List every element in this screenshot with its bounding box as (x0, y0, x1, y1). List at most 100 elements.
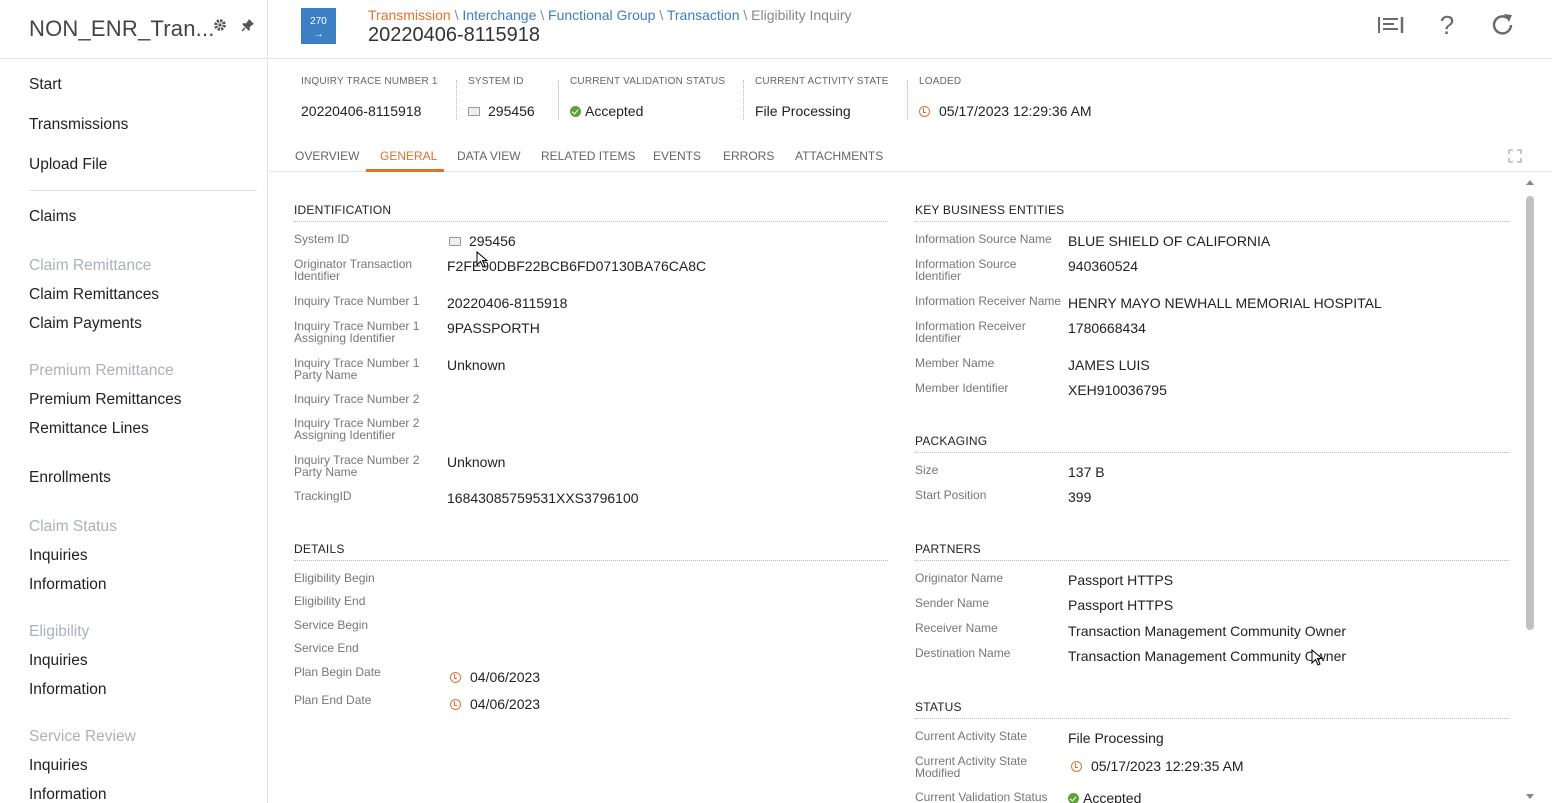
sidebar: NON_ENR_Tran... Start Transmissions Uplo… (0, 0, 268, 803)
breadcrumb-separator: \ (655, 7, 667, 23)
field-label: Inquiry Trace Number 1 (294, 294, 420, 308)
field-value: Passport HTTPS (1068, 572, 1174, 588)
breadcrumb-interchange[interactable]: Interchange (462, 7, 536, 23)
pin-icon[interactable] (239, 17, 257, 35)
field-label: Member Name (915, 356, 995, 370)
field-value: 04/06/2023 (470, 696, 541, 712)
field-label: System ID (294, 232, 350, 246)
clock-icon (919, 105, 930, 117)
sidebar-item-start[interactable]: Start (29, 76, 62, 94)
field-label: Inquiry Trace Number 2 Party Name (294, 453, 420, 479)
field-label: Receiver Name (915, 621, 998, 635)
field-value: Unknown (447, 454, 506, 470)
field-value: 9PASSPORTH (447, 320, 540, 336)
field-label: Plan End Date (294, 693, 372, 707)
field-label: Inquiry Trace Number 2 (294, 392, 420, 406)
scroll-thumb[interactable] (1526, 196, 1534, 630)
sidebar-item-claims[interactable]: Claims (29, 208, 76, 226)
tab-events[interactable]: EVENTS (653, 149, 701, 163)
field-value: 137 B (1068, 464, 1105, 480)
section-divider (915, 452, 1509, 453)
field-value: Transaction Management Community Owner (1068, 623, 1347, 639)
tab-errors[interactable]: ERRORS (723, 149, 774, 163)
mouse-cursor-icon (476, 251, 488, 268)
field-label: Service Begin (294, 618, 369, 632)
clock-icon (450, 698, 461, 710)
sidebar-section-claim-remittance: Claim Remittance (29, 257, 152, 274)
clock-icon (1071, 760, 1082, 772)
field-label: Current Validation Status (915, 790, 1048, 803)
sidebar-item-eligibility-information[interactable]: Information (29, 681, 107, 699)
clock-icon (450, 671, 461, 683)
tab-data-view[interactable]: DATA VIEW (457, 149, 521, 163)
field-label: Inquiry Trace Number 1 Party Name (294, 356, 420, 382)
summary-value: File Processing (755, 103, 851, 119)
mouse-cursor-icon (1311, 649, 1323, 666)
refresh-icon[interactable] (1488, 10, 1518, 40)
field-label: Current Activity State (915, 729, 1028, 743)
section-packaging-heading: PACKAGING (915, 434, 988, 448)
field-value: 295456 (469, 233, 516, 249)
summary-label: INQUIRY TRACE NUMBER 1 (301, 76, 438, 87)
sidebar-item-service-review-information[interactable]: Information (29, 786, 107, 803)
summary-label: SYSTEM ID (468, 76, 524, 87)
field-label: Destination Name (915, 646, 1011, 660)
sidebar-item-enrollments[interactable]: Enrollments (29, 469, 111, 487)
sidebar-item-claim-status-information[interactable]: Information (29, 576, 107, 594)
summary-system-id: SYSTEM ID 295456 (468, 76, 535, 119)
field-value: File Processing (1068, 730, 1164, 746)
help-icon[interactable]: ? (1432, 10, 1462, 40)
section-key-entities-heading: KEY BUSINESS ENTITIES (915, 203, 1065, 217)
field-value: BLUE SHIELD OF CALIFORNIA (1068, 233, 1271, 249)
field-value: 04/06/2023 (470, 669, 541, 685)
sidebar-item-transmissions[interactable]: Transmissions (29, 116, 128, 134)
field-value: Accepted (1083, 790, 1142, 803)
tab-attachments[interactable]: ATTACHMENTS (795, 149, 883, 163)
field-value: 05/17/2023 12:29:35 AM (1091, 758, 1244, 774)
field-label: Originator Transaction Identifier (294, 257, 413, 283)
summary-divider (743, 80, 744, 120)
field-label: Eligibility End (294, 594, 366, 608)
summary-divider (907, 80, 908, 120)
expand-icon[interactable] (1508, 149, 1522, 163)
sidebar-section-service-review: Service Review (29, 728, 136, 745)
app-title: NON_ENR_Tran... (29, 16, 215, 41)
content-scrollbar[interactable] (1523, 176, 1537, 803)
field-value: Transaction Management Community Owner (1068, 648, 1347, 664)
section-divider (294, 221, 888, 222)
sidebar-section-claim-status: Claim Status (29, 518, 117, 535)
summary-label: CURRENT ACTIVITY STATE (755, 76, 889, 87)
field-value: 1780668434 (1068, 320, 1146, 336)
breadcrumb-transaction[interactable]: Transaction (667, 7, 740, 23)
list-view-icon[interactable] (1376, 10, 1406, 40)
field-label: Current Activity State Modified (915, 754, 1028, 780)
sidebar-item-upload-file[interactable]: Upload File (29, 156, 107, 174)
section-details-heading: DETAILS (294, 542, 345, 556)
summary-label: LOADED (919, 76, 962, 87)
sidebar-item-remittance-lines[interactable]: Remittance Lines (29, 420, 149, 438)
sidebar-item-claim-payments[interactable]: Claim Payments (29, 315, 142, 333)
breadcrumb-transmission[interactable]: Transmission (368, 7, 451, 23)
summary-inquiry-trace: INQUIRY TRACE NUMBER 1 20220406-8115918 (301, 76, 438, 119)
top-header: 270 → Transmission \ Interchange \ Funct… (269, 0, 1552, 59)
sidebar-item-premium-remittances[interactable]: Premium Remittances (29, 391, 181, 409)
tab-general[interactable]: GENERAL (380, 149, 437, 163)
tab-related-items[interactable]: RELATED ITEMS (541, 149, 635, 163)
sidebar-item-claim-status-inquiries[interactable]: Inquiries (29, 547, 88, 565)
tab-overview[interactable]: OVERVIEW (295, 149, 359, 163)
gear-icon[interactable] (211, 17, 229, 35)
summary-value: 295456 (488, 103, 535, 119)
badge-arrow: → (313, 29, 324, 40)
scroll-down-arrow-icon[interactable] (1526, 794, 1534, 799)
breadcrumb-functional-group[interactable]: Functional Group (548, 7, 655, 23)
sidebar-item-eligibility-inquiries[interactable]: Inquiries (29, 652, 88, 670)
scroll-up-arrow-icon[interactable] (1526, 180, 1534, 185)
check-icon (1068, 792, 1079, 803)
active-tab-indicator (366, 169, 444, 172)
field-value: XEH910036795 (1068, 382, 1167, 398)
field-label: Information Receiver Name (915, 294, 1062, 308)
sidebar-item-claim-remittances[interactable]: Claim Remittances (29, 286, 159, 304)
field-value: Passport HTTPS (1068, 597, 1174, 613)
sidebar-item-service-review-inquiries[interactable]: Inquiries (29, 757, 88, 775)
field-label: Member Identifier (915, 381, 1009, 395)
